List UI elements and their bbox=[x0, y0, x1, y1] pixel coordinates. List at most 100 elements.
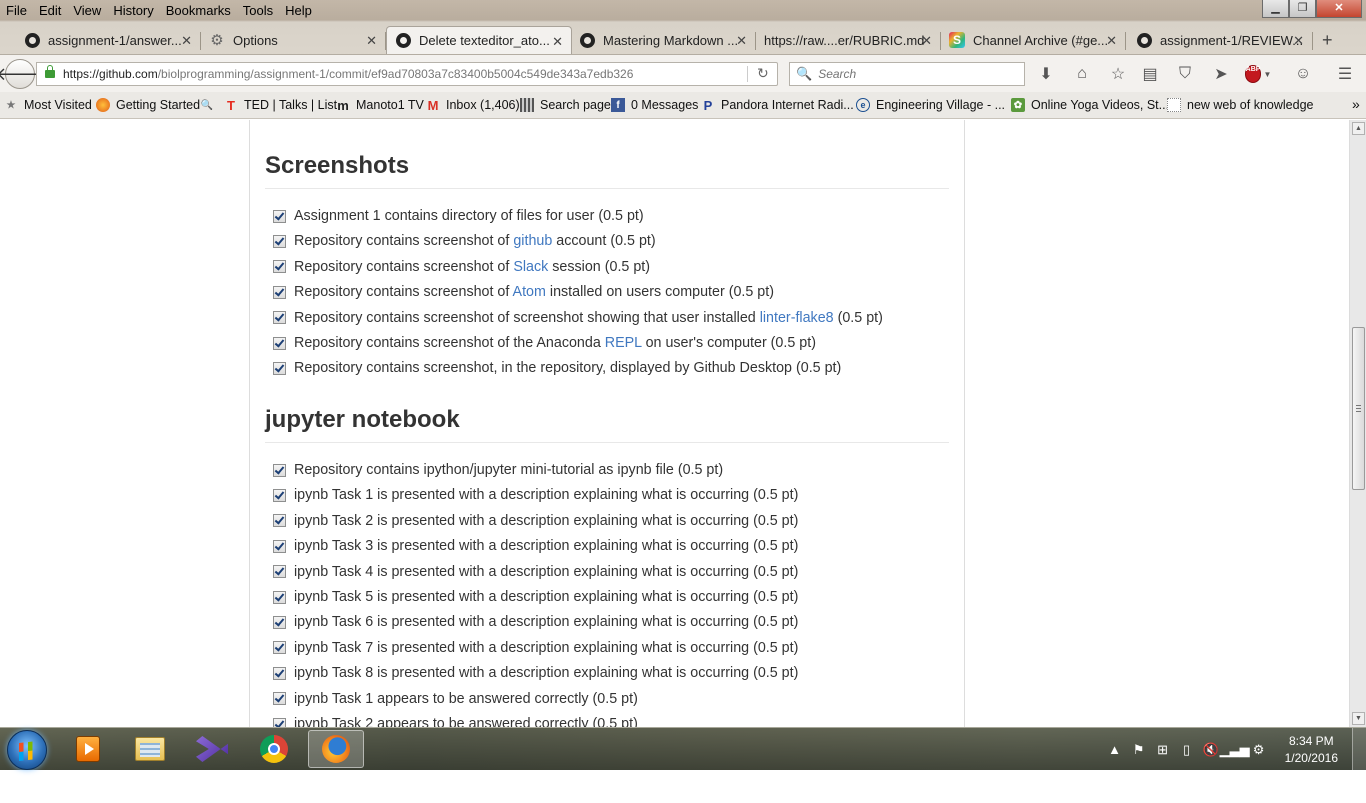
checked-checkbox[interactable] bbox=[273, 336, 286, 350]
tab-close-icon[interactable]: ✕ bbox=[1293, 33, 1304, 49]
minimize-button[interactable]: ▁ bbox=[1262, 0, 1289, 18]
bookmark-pandora[interactable]: P Pandora Internet Radi... bbox=[701, 98, 854, 113]
tab-active[interactable]: Delete texteditor_ato... ✕ bbox=[386, 26, 572, 54]
pocket-icon[interactable]: ⛉ bbox=[1175, 64, 1195, 84]
close-window-button[interactable]: ✕ bbox=[1316, 0, 1362, 18]
adblock-plus-icon[interactable]: ABP ▼ bbox=[1244, 64, 1271, 84]
bookmark-web-of-knowledge[interactable]: new web of knowledge bbox=[1167, 98, 1313, 112]
bookmark-engineering-village[interactable]: e Engineering Village - ... bbox=[856, 98, 1005, 112]
menu-edit[interactable]: Edit bbox=[39, 3, 61, 18]
checked-checkbox[interactable] bbox=[273, 666, 286, 680]
scroll-up-arrow-icon[interactable]: ▲ bbox=[1352, 122, 1365, 135]
show-desktop-button[interactable] bbox=[1352, 728, 1366, 771]
taskbar-app[interactable] bbox=[122, 730, 178, 768]
checked-checkbox[interactable] bbox=[273, 488, 286, 502]
tab[interactable]: Mastering Markdown ... ✕ bbox=[571, 26, 756, 54]
bookmark-facebook[interactable]: f0 Messages bbox=[611, 98, 698, 112]
tab-close-icon[interactable]: ✕ bbox=[552, 34, 563, 50]
show-hidden-icons-icon[interactable]: ▲ bbox=[1105, 742, 1125, 758]
home-icon[interactable]: ⌂ bbox=[1072, 64, 1092, 84]
text-run: Repository contains screenshot of screen… bbox=[294, 309, 760, 326]
menu-view[interactable]: View bbox=[73, 3, 101, 18]
search-bar[interactable]: 🔍 bbox=[789, 62, 1025, 86]
checked-checkbox[interactable] bbox=[273, 463, 286, 477]
search-input[interactable] bbox=[818, 67, 1019, 81]
action-center-flag-icon[interactable]: ⚑ bbox=[1129, 742, 1149, 758]
checked-checkbox[interactable] bbox=[273, 514, 286, 528]
checked-checkbox[interactable] bbox=[273, 717, 286, 727]
scrollbar-thumb[interactable] bbox=[1352, 327, 1365, 490]
inline-link[interactable]: REPL bbox=[605, 335, 642, 351]
url-bar[interactable]: https://github.com/biolprogramming/assig… bbox=[36, 62, 778, 86]
back-button[interactable]: 🡐 bbox=[0, 59, 44, 89]
checked-checkbox[interactable] bbox=[273, 311, 286, 325]
tab[interactable]: https://raw....er/RUBRIC.md ✕ bbox=[756, 26, 941, 54]
tab-close-icon[interactable]: ✕ bbox=[921, 33, 932, 49]
taskbar-app[interactable] bbox=[184, 730, 240, 768]
reload-icon[interactable]: ↻ bbox=[757, 65, 769, 82]
bookmark-getting-started[interactable]: Getting Started bbox=[96, 98, 200, 112]
vertical-scrollbar[interactable]: ▲ ▼ bbox=[1349, 120, 1366, 727]
task-list-item: ipynb Task 4 is presented with a descrip… bbox=[273, 564, 798, 580]
checked-checkbox[interactable] bbox=[273, 285, 286, 299]
new-tab-button[interactable]: + bbox=[1322, 30, 1333, 51]
task-list-item: Repository contains screenshot of screen… bbox=[273, 310, 883, 326]
gmail-icon: M bbox=[427, 97, 439, 113]
network-signal-icon[interactable]: ▁▃▅ bbox=[1220, 742, 1250, 758]
menu-help[interactable]: Help bbox=[285, 3, 312, 18]
tab[interactable]: assignment-1/REVIEW... ✕ bbox=[1128, 26, 1313, 54]
bookmark-ted[interactable]: T TED | Talks | List bbox=[224, 98, 337, 113]
clock[interactable]: 8:34 PM 1/20/2016 bbox=[1285, 733, 1338, 767]
taskbar-app-active[interactable] bbox=[308, 730, 364, 768]
inline-link[interactable]: github bbox=[513, 233, 552, 249]
menu-history[interactable]: History bbox=[113, 3, 153, 18]
bookmark-search-page[interactable]: Search page bbox=[520, 98, 611, 112]
checked-checkbox[interactable] bbox=[273, 209, 286, 223]
checked-checkbox[interactable] bbox=[273, 615, 286, 629]
tab[interactable]: ⚙ Options ✕ bbox=[201, 26, 386, 54]
chat-icon[interactable]: ☺ bbox=[1293, 64, 1313, 84]
tab[interactable]: assignment-1/answer... ✕ bbox=[16, 26, 201, 54]
bookmark-manoto[interactable]: m Manoto1 TV bbox=[336, 98, 424, 113]
tab-close-icon[interactable]: ✕ bbox=[736, 33, 747, 49]
bookmark-star-icon[interactable]: ☆ bbox=[1108, 64, 1128, 84]
download-icon[interactable]: ⬇ bbox=[1036, 64, 1056, 84]
bookmark-search[interactable]: 🔍 bbox=[200, 98, 220, 112]
start-button[interactable] bbox=[7, 730, 47, 770]
taskbar-app[interactable] bbox=[60, 730, 116, 768]
menu-tools[interactable]: Tools bbox=[243, 3, 273, 18]
bluetooth-gear-icon[interactable]: ⚙ bbox=[1249, 742, 1269, 758]
task-list-item: Assignment 1 contains directory of files… bbox=[273, 208, 644, 224]
checked-checkbox[interactable] bbox=[273, 641, 286, 655]
checked-checkbox[interactable] bbox=[273, 539, 286, 553]
tab-close-icon[interactable]: ✕ bbox=[1106, 33, 1117, 49]
scroll-down-arrow-icon[interactable]: ▼ bbox=[1352, 712, 1365, 725]
inline-link[interactable]: linter-flake8 bbox=[760, 310, 834, 326]
checked-checkbox[interactable] bbox=[273, 692, 286, 706]
taskbar-app[interactable] bbox=[246, 730, 302, 768]
device-icon[interactable]: ▯ bbox=[1177, 742, 1197, 758]
search-engine-icon[interactable]: 🔍 bbox=[796, 66, 812, 82]
tab-close-icon[interactable]: ✕ bbox=[366, 33, 377, 49]
checked-checkbox[interactable] bbox=[273, 361, 286, 375]
volume-muted-icon[interactable]: 🔇 bbox=[1201, 742, 1221, 758]
checked-checkbox[interactable] bbox=[273, 590, 286, 604]
inline-link[interactable]: Slack bbox=[513, 259, 548, 275]
tab-close-icon[interactable]: ✕ bbox=[181, 33, 192, 49]
tab[interactable]: S Channel Archive (#ge... ✕ bbox=[941, 26, 1126, 54]
bookmark-most-visited[interactable]: ★ Most Visited bbox=[4, 98, 92, 112]
checked-checkbox[interactable] bbox=[273, 234, 286, 248]
restore-button[interactable]: ❐ bbox=[1289, 0, 1316, 18]
bookmarks-menu-icon[interactable]: ▤ bbox=[1140, 64, 1160, 84]
inline-link[interactable]: Atom bbox=[513, 284, 546, 300]
menu-bookmarks[interactable]: Bookmarks bbox=[166, 3, 231, 18]
bookmark-inbox[interactable]: M Inbox (1,406) bbox=[426, 97, 520, 113]
bookmark-yoga[interactable]: ✿ Online Yoga Videos, St... bbox=[1011, 98, 1169, 112]
windows-flag-icon[interactable]: ⊞ bbox=[1153, 742, 1173, 758]
hamburger-menu-icon[interactable]: ☰ bbox=[1335, 64, 1355, 84]
menu-file[interactable]: File bbox=[6, 3, 27, 18]
checked-checkbox[interactable] bbox=[273, 260, 286, 274]
send-icon[interactable]: ➤ bbox=[1211, 64, 1231, 84]
checked-checkbox[interactable] bbox=[273, 565, 286, 579]
bookmarks-overflow-chevron-icon[interactable]: » bbox=[1352, 96, 1360, 112]
